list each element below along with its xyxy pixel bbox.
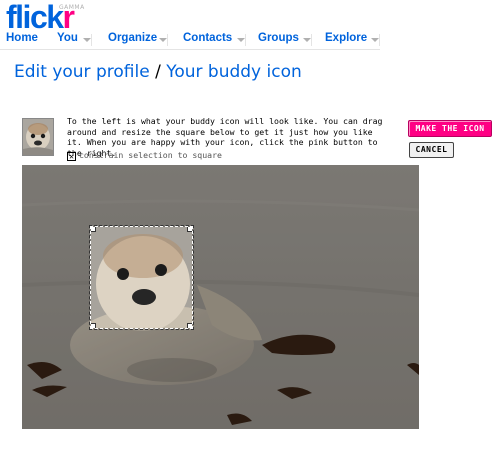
crop-selection[interactable] [89, 225, 194, 330]
nav-contacts[interactable]: Contacts [183, 32, 232, 44]
title-buddy-icon: Your buddy icon [166, 62, 302, 82]
nav-explore[interactable]: Explore [325, 32, 367, 44]
beta-badge: GAMMA [59, 4, 85, 11]
source-photo[interactable] [22, 165, 419, 429]
resize-handle-top-right-icon[interactable] [187, 227, 192, 232]
constrain-option[interactable]: ✕ constrain selection to square [67, 150, 222, 161]
nav-explore-dropdown-icon[interactable] [371, 34, 380, 46]
page-title: Edit your profile / Your buddy icon [14, 62, 302, 82]
resize-handle-bottom-left-icon[interactable] [91, 323, 96, 328]
nav-organize[interactable]: Organize [108, 32, 157, 44]
nav-contacts-dropdown-icon[interactable] [237, 34, 246, 46]
buddy-icon-preview [22, 118, 54, 156]
nav-you[interactable]: You [57, 32, 78, 44]
nav-groups[interactable]: Groups [258, 32, 299, 44]
resize-handle-bottom-right-icon[interactable] [187, 323, 192, 328]
nav-organize-dropdown-icon[interactable] [159, 34, 168, 46]
nav-home[interactable]: Home [6, 32, 38, 44]
nav-groups-dropdown-icon[interactable] [303, 34, 312, 46]
constrain-label: constrain selection to square [79, 150, 222, 160]
constrain-checkbox-icon[interactable]: ✕ [67, 152, 76, 161]
nav-you-dropdown-icon[interactable] [83, 34, 92, 46]
resize-handle-top-left-icon[interactable] [91, 227, 96, 232]
title-separator: / [155, 62, 161, 82]
make-icon-button[interactable]: MAKE THE ICON [408, 120, 492, 137]
photo-dim-overlay [22, 165, 419, 429]
nav-bar: Home You Organize Contacts Groups Explor… [0, 30, 380, 50]
title-edit-profile-link[interactable]: Edit your profile [14, 62, 150, 82]
cancel-button[interactable]: CANCEL [409, 142, 454, 158]
